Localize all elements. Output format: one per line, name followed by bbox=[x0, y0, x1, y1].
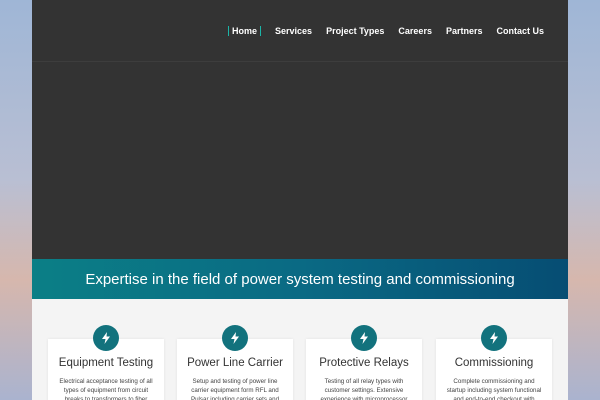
nav-contact-us[interactable]: Contact Us bbox=[496, 26, 544, 36]
nav-home[interactable]: Home bbox=[228, 26, 262, 36]
lightning-bolt-icon bbox=[222, 325, 248, 351]
tagline-text: Expertise in the field of power system t… bbox=[85, 270, 515, 288]
services-section: Equipment Testing Electrical acceptance … bbox=[32, 299, 568, 400]
lightning-bolt-icon bbox=[481, 325, 507, 351]
page-container: Home Services Project Types Careers Part… bbox=[32, 0, 568, 400]
main-nav: Home Services Project Types Careers Part… bbox=[214, 0, 544, 62]
tagline-banner: Expertise in the field of power system t… bbox=[32, 259, 568, 299]
nav-careers[interactable]: Careers bbox=[398, 26, 432, 36]
service-card-commissioning[interactable]: Commissioning Complete commissioning and… bbox=[436, 325, 552, 400]
service-description: Setup and testing of power line carrier … bbox=[190, 378, 280, 400]
site-header: Home Services Project Types Careers Part… bbox=[32, 0, 568, 62]
service-title: Equipment Testing bbox=[58, 357, 154, 369]
service-description: Electrical acceptance testing of all typ… bbox=[59, 378, 153, 400]
lightning-bolt-icon bbox=[351, 325, 377, 351]
service-card-power-line-carrier[interactable]: Power Line Carrier Setup and testing of … bbox=[177, 325, 293, 400]
service-title: Power Line Carrier bbox=[187, 357, 283, 369]
service-description: Complete commissioning and startup inclu… bbox=[446, 378, 542, 400]
service-card-protective-relays[interactable]: Protective Relays Testing of all relay t… bbox=[306, 325, 422, 400]
nav-project-types[interactable]: Project Types bbox=[326, 26, 384, 36]
service-card-equipment-testing[interactable]: Equipment Testing Electrical acceptance … bbox=[48, 325, 164, 400]
hero-area bbox=[32, 62, 568, 259]
nav-partners[interactable]: Partners bbox=[446, 26, 483, 36]
nav-services[interactable]: Services bbox=[275, 26, 312, 36]
service-title: Protective Relays bbox=[319, 357, 409, 369]
service-title: Commissioning bbox=[454, 357, 534, 369]
lightning-bolt-icon bbox=[93, 325, 119, 351]
service-description: Testing of all relay types with customer… bbox=[320, 378, 408, 400]
